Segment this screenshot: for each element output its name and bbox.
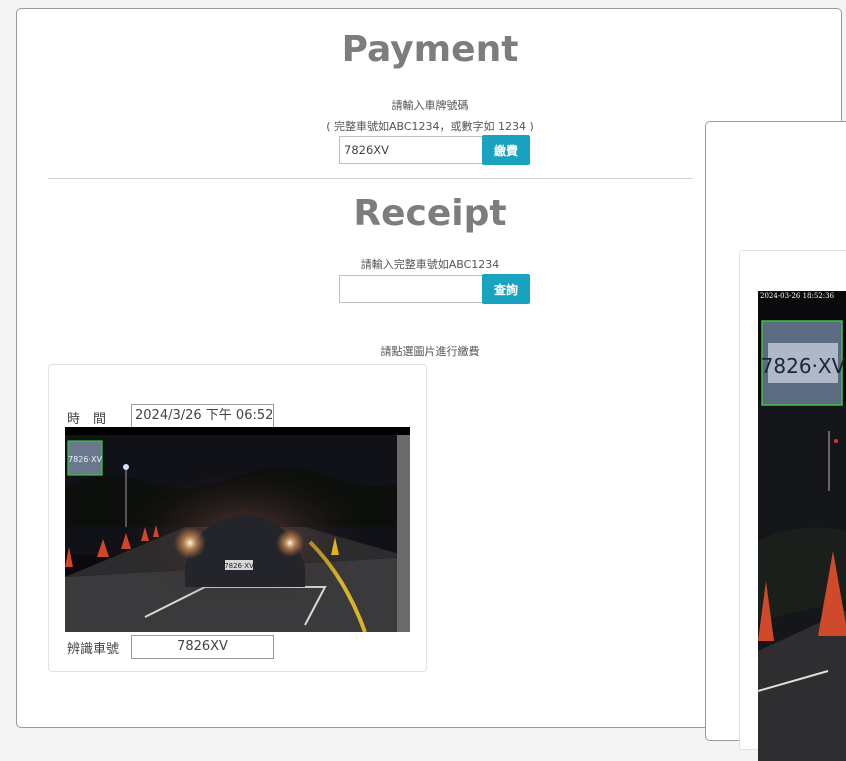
payment-title: Payment (341, 29, 519, 70)
svg-text:7826·XV: 7826·XV (761, 354, 846, 378)
modal-timestamp: 2024-03-26 18:52:36 (760, 292, 835, 300)
modal-panel: 7826·XV 2024-03-26 18:52:36 (739, 250, 846, 761)
svg-text:7826·XV: 7826·XV (68, 455, 102, 464)
record-card[interactable]: 時 間 2024/3/26 下午 06:52:3 7826·XV 7826·XV… (48, 364, 427, 672)
time-label: 時 間 (67, 412, 107, 427)
camera-scene: 7826·XV 7826·XV (65, 427, 410, 632)
image-preview-modal: 7826·XV 2024-03-26 18:52:36 (705, 121, 846, 761)
time-value: 2024/3/26 下午 06:52:3 (131, 404, 274, 428)
modal-camera-scene: 7826·XV (758, 291, 846, 761)
section-divider (48, 178, 693, 179)
svg-text:7826·XV: 7826·XV (224, 562, 254, 570)
pay-button[interactable]: 繳費 (482, 135, 530, 165)
payment-prompt: 請輸入車牌號碼 (391, 99, 469, 112)
query-button[interactable]: 查詢 (482, 274, 530, 304)
payment-plate-input[interactable]: 7826XV (339, 136, 483, 164)
receipt-plate-input[interactable] (339, 275, 483, 303)
plate-label: 辨識車號 (67, 642, 120, 657)
modal-camera-image[interactable]: 7826·XV 2024-03-26 18:52:36 (758, 291, 846, 761)
camera-image[interactable]: 7826·XV 7826·XV (65, 427, 410, 632)
plate-value: 7826XV (131, 635, 274, 659)
